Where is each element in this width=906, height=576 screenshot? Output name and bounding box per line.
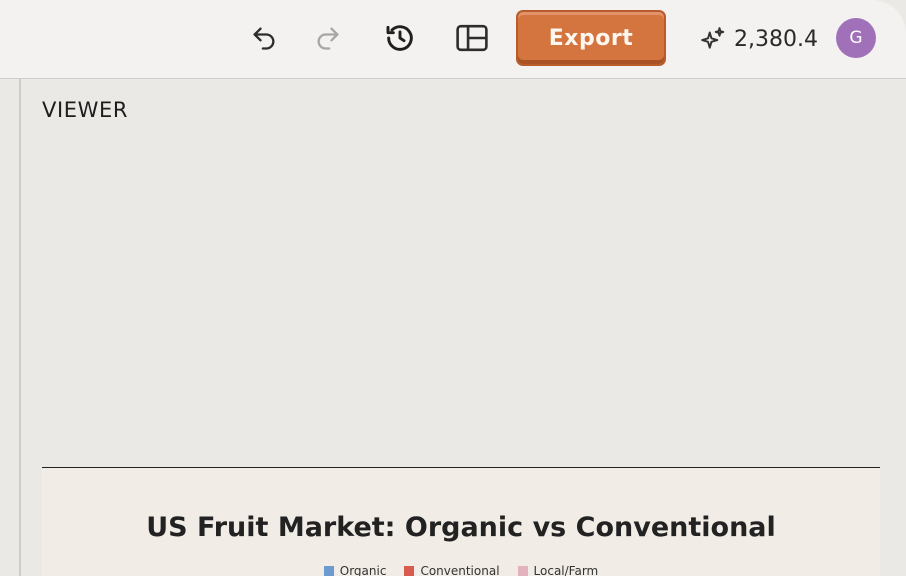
- user-avatar[interactable]: G: [836, 18, 876, 58]
- layout-toggle-button[interactable]: [454, 20, 490, 56]
- legend-swatch: [404, 566, 415, 576]
- top-toolbar: Export 2,380.4 G: [0, 0, 906, 79]
- legend-item-conventional: Conventional: [404, 564, 500, 576]
- chart-legend: Organic Conventional Local/Farm: [42, 564, 880, 576]
- undo-icon: [253, 27, 275, 50]
- credits-value: 2,380.4: [734, 26, 818, 52]
- legend-label: Organic: [339, 564, 387, 576]
- undo-button[interactable]: [246, 20, 282, 56]
- app-window: Export 2,380.4 G VIEWER US Fruit Market:…: [0, 0, 906, 576]
- chart-preview-card: US Fruit Market: Organic vs Conventional…: [42, 468, 880, 576]
- viewer-heading: VIEWER: [42, 98, 129, 122]
- legend-item-local-farm: Local/Farm: [517, 564, 599, 576]
- panel-layout-icon: [456, 24, 488, 52]
- redo-icon: [317, 27, 339, 50]
- export-button[interactable]: Export: [516, 10, 666, 66]
- history-icon: [386, 25, 413, 51]
- legend-label: Conventional: [420, 564, 500, 576]
- left-panel-divider[interactable]: [0, 79, 21, 576]
- redo-button[interactable]: [310, 20, 346, 56]
- sparkles-icon: [701, 27, 725, 49]
- chart-title: US Fruit Market: Organic vs Conventional: [146, 512, 776, 543]
- credits-display[interactable]: 2,380.4: [700, 22, 818, 56]
- history-button[interactable]: [382, 20, 418, 56]
- legend-label: Local/Farm: [533, 564, 599, 576]
- legend-item-organic: Organic: [323, 564, 387, 576]
- legend-swatch: [517, 566, 528, 576]
- legend-swatch: [323, 566, 334, 576]
